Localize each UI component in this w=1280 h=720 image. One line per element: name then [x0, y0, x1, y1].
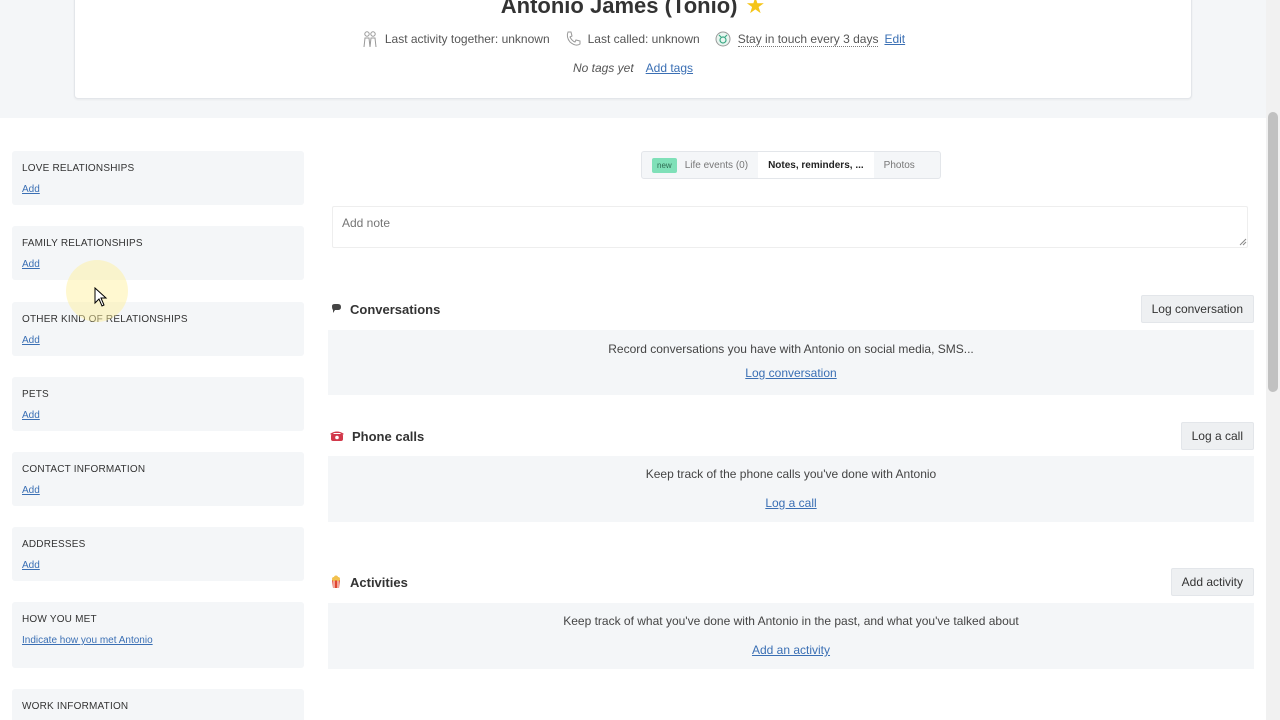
phone-calls-description: Keep track of the phone calls you've don… — [645, 467, 937, 481]
sidebar-section-title: Work information — [22, 701, 129, 712]
add-note-input[interactable] — [332, 206, 1248, 248]
log-a-call-button[interactable]: Log a call — [1180, 422, 1254, 450]
add-pet-link[interactable]: Add — [22, 410, 40, 421]
sidebar-section-title: Contact information — [22, 464, 146, 475]
tab-photos-label: Photos — [883, 159, 915, 171]
tab-notes[interactable]: Notes, reminders, ... — [758, 152, 874, 178]
add-tags-link[interactable]: Add tags — [646, 61, 693, 75]
sidebar-love-relationships: Love relationships Add — [12, 151, 304, 205]
sidebar-contact-information: Contact information Add — [12, 452, 304, 506]
sidebar-family-relationships: Family relationships Add — [12, 226, 304, 280]
favorite-star-icon[interactable]: ★ — [745, 0, 765, 18]
last-activity-text: Last activity together: unknown — [384, 32, 550, 46]
log-conversation-link[interactable]: Log conversation — [745, 366, 836, 380]
mouse-pointer-icon — [94, 287, 108, 307]
contact-name-heading: Antonio James (Tonio) ★ — [75, 0, 1191, 19]
tags-row: No tags yet Add tags — [75, 61, 1191, 75]
conversations-description: Record conversations you have with Anton… — [608, 342, 974, 356]
scrollbar-thumb[interactable] — [1268, 112, 1278, 392]
phone-calls-title: Phone calls — [352, 428, 425, 444]
contact-meta-row: Last activity together: unknown Last cal… — [75, 30, 1191, 48]
stay-in-touch-item: Stay in touch every 3 days Edit — [714, 30, 905, 48]
sidebar-addresses: Addresses Add — [12, 527, 304, 581]
conversations-header: Conversations Log conversation — [330, 295, 1254, 323]
popcorn-icon — [332, 575, 340, 588]
last-called-item: Last called: unknown — [564, 30, 700, 48]
sidebar-section-title: Family relationships — [22, 238, 143, 249]
sidebar-section-title: Love relationships — [22, 163, 135, 174]
indicate-how-you-met-link[interactable]: Indicate how you met Antonio — [22, 635, 153, 646]
people-icon — [363, 31, 377, 48]
phone-calls-panel: Keep track of the phone calls you've don… — [328, 456, 1254, 522]
log-a-call-link[interactable]: Log a call — [765, 496, 816, 510]
phone-icon — [566, 31, 581, 46]
sidebar-work-information: Work information — [12, 689, 304, 720]
sidebar-pets: Pets Add — [12, 377, 304, 431]
alarm-clock-icon — [715, 31, 731, 47]
resize-handle-icon[interactable] — [1239, 238, 1247, 246]
stay-in-touch-text: Stay in touch every 3 days — [737, 31, 879, 47]
sidebar-section-title: How you met — [22, 614, 97, 625]
phone-calls-header: Phone calls Log a call — [330, 422, 1254, 450]
activities-panel: Keep track of what you've done with Anto… — [328, 603, 1254, 669]
sidebar-section-title: Addresses — [22, 539, 86, 550]
tab-life-events[interactable]: new Life events (0) — [642, 152, 758, 178]
last-called-text: Last called: unknown — [587, 32, 700, 46]
last-activity-item: Last activity together: unknown — [361, 30, 550, 48]
add-love-relationship-link[interactable]: Add — [22, 184, 40, 195]
tab-photos[interactable]: Photos — [874, 152, 925, 178]
tab-notes-label: Notes, reminders, ... — [768, 159, 864, 171]
new-badge: new — [652, 157, 677, 173]
conversations-title: Conversations — [350, 301, 441, 317]
contact-tabs: new Life events (0) Notes, reminders, ..… — [641, 151, 941, 179]
activities-title: Activities — [350, 574, 408, 590]
add-contact-information-link[interactable]: Add — [22, 485, 40, 496]
add-activity-button[interactable]: Add activity — [1170, 568, 1254, 596]
log-conversation-button[interactable]: Log conversation — [1140, 295, 1254, 323]
add-address-link[interactable]: Add — [22, 560, 40, 571]
contact-header-card: Antonio James (Tonio) ★ Last activity tog… — [74, 0, 1192, 99]
sidebar-other-relationships: Other kind of relationships Add — [12, 302, 304, 356]
conversations-panel: Record conversations you have with Anton… — [328, 330, 1254, 395]
tab-life-events-label: Life events (0) — [684, 159, 749, 171]
edit-stay-in-touch-link[interactable]: Edit — [884, 32, 905, 46]
add-family-relationship-link[interactable]: Add — [22, 259, 40, 270]
add-an-activity-link[interactable]: Add an activity — [752, 643, 830, 657]
sidebar-section-title: Pets — [22, 389, 49, 400]
no-tags-text: No tags yet — [572, 61, 634, 75]
speech-bubble-icon — [332, 304, 341, 313]
add-other-relationship-link[interactable]: Add — [22, 335, 40, 346]
contact-name: Antonio James (Tonio) — [500, 0, 738, 18]
sidebar-how-you-met: How you met Indicate how you met Antonio — [12, 602, 304, 668]
activities-description: Keep track of what you've done with Anto… — [563, 614, 1019, 628]
activities-header: Activities Add activity — [330, 568, 1254, 596]
telephone-icon — [330, 431, 344, 441]
